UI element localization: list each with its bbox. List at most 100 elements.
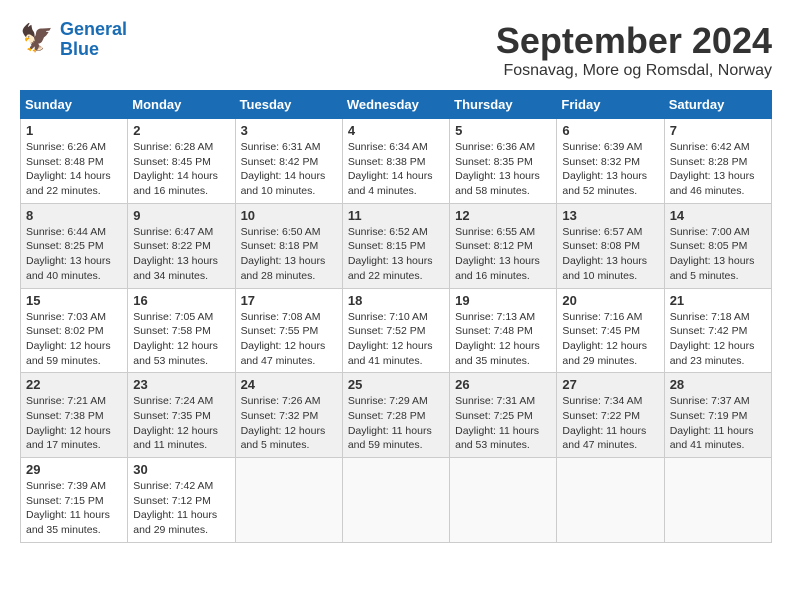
day-info: Sunrise: 7:16 AMSunset: 7:45 PMDaylight:… (562, 310, 658, 369)
day-info: Sunrise: 6:50 AMSunset: 8:18 PMDaylight:… (241, 225, 337, 284)
calendar-cell: 28 Sunrise: 7:37 AMSunset: 7:19 PMDayligh… (664, 373, 771, 458)
calendar-cell: 13Sunrise: 6:57 AMSunset: 8:08 PMDayligh… (557, 203, 664, 288)
calendar-week-row-2: 8 Sunrise: 6:44 AMSunset: 8:25 PMDaylight… (21, 203, 772, 288)
day-number: 12 (455, 208, 551, 223)
day-number: 2 (133, 123, 229, 138)
calendar-cell: 11 Sunrise: 6:52 AMSunset: 8:15 PMDayligh… (342, 203, 449, 288)
day-number: 11 (348, 208, 444, 223)
day-number: 10 (241, 208, 337, 223)
location-title: Fosnavag, More og Romsdal, Norway (496, 62, 772, 80)
day-info: Sunrise: 6:34 AMSunset: 8:38 PMDaylight:… (348, 140, 444, 199)
logo-general: General (60, 19, 127, 39)
calendar-week-row-3: 15 Sunrise: 7:03 AMSunset: 8:02 PMDayligh… (21, 288, 772, 373)
logo: 🦅 General Blue (20, 20, 127, 60)
day-info: Sunrise: 6:26 AMSunset: 8:48 PMDaylight:… (26, 140, 122, 199)
calendar-cell: 26Sunrise: 7:31 AMSunset: 7:25 PMDayligh… (450, 373, 557, 458)
day-info: Sunrise: 6:44 AMSunset: 8:25 PMDaylight:… (26, 225, 122, 284)
day-info: Sunrise: 7:24 AMSunset: 7:35 PMDaylight:… (133, 394, 229, 453)
day-number: 8 (26, 208, 122, 223)
day-number: 24 (241, 377, 337, 392)
calendar-cell: 16 Sunrise: 7:05 AMSunset: 7:58 PMDayligh… (128, 288, 235, 373)
day-info: Sunrise: 7:42 AMSunset: 7:12 PMDaylight:… (133, 479, 229, 538)
weekday-header-wednesday: Wednesday (342, 91, 449, 119)
day-number: 16 (133, 293, 229, 308)
calendar-week-row-4: 22 Sunrise: 7:21 AMSunset: 7:38 PMDayligh… (21, 373, 772, 458)
day-number: 29 (26, 462, 122, 477)
day-info: Sunrise: 7:10 AMSunset: 7:52 PMDaylight:… (348, 310, 444, 369)
day-info: Sunrise: 7:29 AMSunset: 7:28 PMDaylight:… (348, 394, 444, 453)
day-info: Sunrise: 6:42 AMSunset: 8:28 PMDaylight:… (670, 140, 766, 199)
calendar-cell (664, 458, 771, 543)
weekday-header-tuesday: Tuesday (235, 91, 342, 119)
day-info: Sunrise: 6:52 AMSunset: 8:15 PMDaylight:… (348, 225, 444, 284)
day-info: Sunrise: 6:28 AMSunset: 8:45 PMDaylight:… (133, 140, 229, 199)
day-number: 13 (562, 208, 658, 223)
day-info: Sunrise: 7:03 AMSunset: 8:02 PMDaylight:… (26, 310, 122, 369)
calendar-table: SundayMondayTuesdayWednesdayThursdayFrid… (20, 90, 772, 543)
day-info: Sunrise: 7:37 AMSunset: 7:19 PMDaylight:… (670, 394, 766, 453)
calendar-cell: 17 Sunrise: 7:08 AMSunset: 7:55 PMDayligh… (235, 288, 342, 373)
calendar-cell: 25 Sunrise: 7:29 AMSunset: 7:28 PMDayligh… (342, 373, 449, 458)
day-number: 19 (455, 293, 551, 308)
logo-text: General Blue (60, 20, 127, 60)
day-number: 9 (133, 208, 229, 223)
day-number: 17 (241, 293, 337, 308)
day-number: 7 (670, 123, 766, 138)
calendar-cell: 23 Sunrise: 7:24 AMSunset: 7:35 PMDayligh… (128, 373, 235, 458)
calendar-cell: 4Sunrise: 6:34 AMSunset: 8:38 PMDaylight… (342, 119, 449, 204)
day-info: Sunrise: 6:31 AMSunset: 8:42 PMDaylight:… (241, 140, 337, 199)
weekday-header-monday: Monday (128, 91, 235, 119)
calendar-cell: 9 Sunrise: 6:47 AMSunset: 8:22 PMDaylight… (128, 203, 235, 288)
calendar-cell: 3 Sunrise: 6:31 AMSunset: 8:42 PMDaylight… (235, 119, 342, 204)
svg-text:🦅: 🦅 (20, 22, 54, 53)
calendar-cell: 29 Sunrise: 7:39 AMSunset: 7:15 PMDayligh… (21, 458, 128, 543)
day-info: Sunrise: 7:00 AMSunset: 8:05 PMDaylight:… (670, 225, 766, 284)
calendar-cell: 2 Sunrise: 6:28 AMSunset: 8:45 PMDaylight… (128, 119, 235, 204)
calendar-week-row-5: 29 Sunrise: 7:39 AMSunset: 7:15 PMDayligh… (21, 458, 772, 543)
calendar-cell (450, 458, 557, 543)
month-title: September 2024 (496, 20, 772, 62)
weekday-header-friday: Friday (557, 91, 664, 119)
day-number: 25 (348, 377, 444, 392)
calendar-cell (557, 458, 664, 543)
day-number: 26 (455, 377, 551, 392)
calendar-cell: 12 Sunrise: 6:55 AMSunset: 8:12 PMDayligh… (450, 203, 557, 288)
calendar-cell: 15 Sunrise: 7:03 AMSunset: 8:02 PMDayligh… (21, 288, 128, 373)
calendar-cell: 6Sunrise: 6:39 AMSunset: 8:32 PMDaylight… (557, 119, 664, 204)
day-number: 3 (241, 123, 337, 138)
day-info: Sunrise: 7:39 AMSunset: 7:15 PMDaylight:… (26, 479, 122, 538)
day-number: 22 (26, 377, 122, 392)
logo-blue: Blue (60, 39, 99, 59)
day-info: Sunrise: 7:34 AMSunset: 7:22 PMDaylight:… (562, 394, 658, 453)
calendar-cell: 20Sunrise: 7:16 AMSunset: 7:45 PMDayligh… (557, 288, 664, 373)
day-number: 23 (133, 377, 229, 392)
day-info: Sunrise: 7:08 AMSunset: 7:55 PMDaylight:… (241, 310, 337, 369)
day-number: 15 (26, 293, 122, 308)
calendar-week-row-1: 1 Sunrise: 6:26 AMSunset: 8:48 PMDaylight… (21, 119, 772, 204)
day-info: Sunrise: 7:18 AMSunset: 7:42 PMDaylight:… (670, 310, 766, 369)
day-info: Sunrise: 6:55 AMSunset: 8:12 PMDaylight:… (455, 225, 551, 284)
calendar-cell: 5 Sunrise: 6:36 AMSunset: 8:35 PMDaylight… (450, 119, 557, 204)
calendar-cell: 22 Sunrise: 7:21 AMSunset: 7:38 PMDayligh… (21, 373, 128, 458)
calendar-cell: 30Sunrise: 7:42 AMSunset: 7:12 PMDayligh… (128, 458, 235, 543)
day-info: Sunrise: 6:47 AMSunset: 8:22 PMDaylight:… (133, 225, 229, 284)
day-number: 18 (348, 293, 444, 308)
calendar-cell: 1 Sunrise: 6:26 AMSunset: 8:48 PMDaylight… (21, 119, 128, 204)
day-info: Sunrise: 7:05 AMSunset: 7:58 PMDaylight:… (133, 310, 229, 369)
day-number: 14 (670, 208, 766, 223)
calendar-cell: 14 Sunrise: 7:00 AMSunset: 8:05 PMDayligh… (664, 203, 771, 288)
day-info: Sunrise: 7:21 AMSunset: 7:38 PMDaylight:… (26, 394, 122, 453)
day-number: 5 (455, 123, 551, 138)
calendar-cell: 8 Sunrise: 6:44 AMSunset: 8:25 PMDaylight… (21, 203, 128, 288)
weekday-header-saturday: Saturday (664, 91, 771, 119)
day-number: 28 (670, 377, 766, 392)
day-info: Sunrise: 6:39 AMSunset: 8:32 PMDaylight:… (562, 140, 658, 199)
calendar-cell: 27 Sunrise: 7:34 AMSunset: 7:22 PMDayligh… (557, 373, 664, 458)
day-number: 1 (26, 123, 122, 138)
day-number: 27 (562, 377, 658, 392)
title-area: September 2024 Fosnavag, More og Romsdal… (496, 20, 772, 80)
day-info: Sunrise: 6:36 AMSunset: 8:35 PMDaylight:… (455, 140, 551, 199)
calendar-cell: 7 Sunrise: 6:42 AMSunset: 8:28 PMDaylight… (664, 119, 771, 204)
calendar-cell: 21Sunrise: 7:18 AMSunset: 7:42 PMDayligh… (664, 288, 771, 373)
calendar-cell: 24Sunrise: 7:26 AMSunset: 7:32 PMDayligh… (235, 373, 342, 458)
